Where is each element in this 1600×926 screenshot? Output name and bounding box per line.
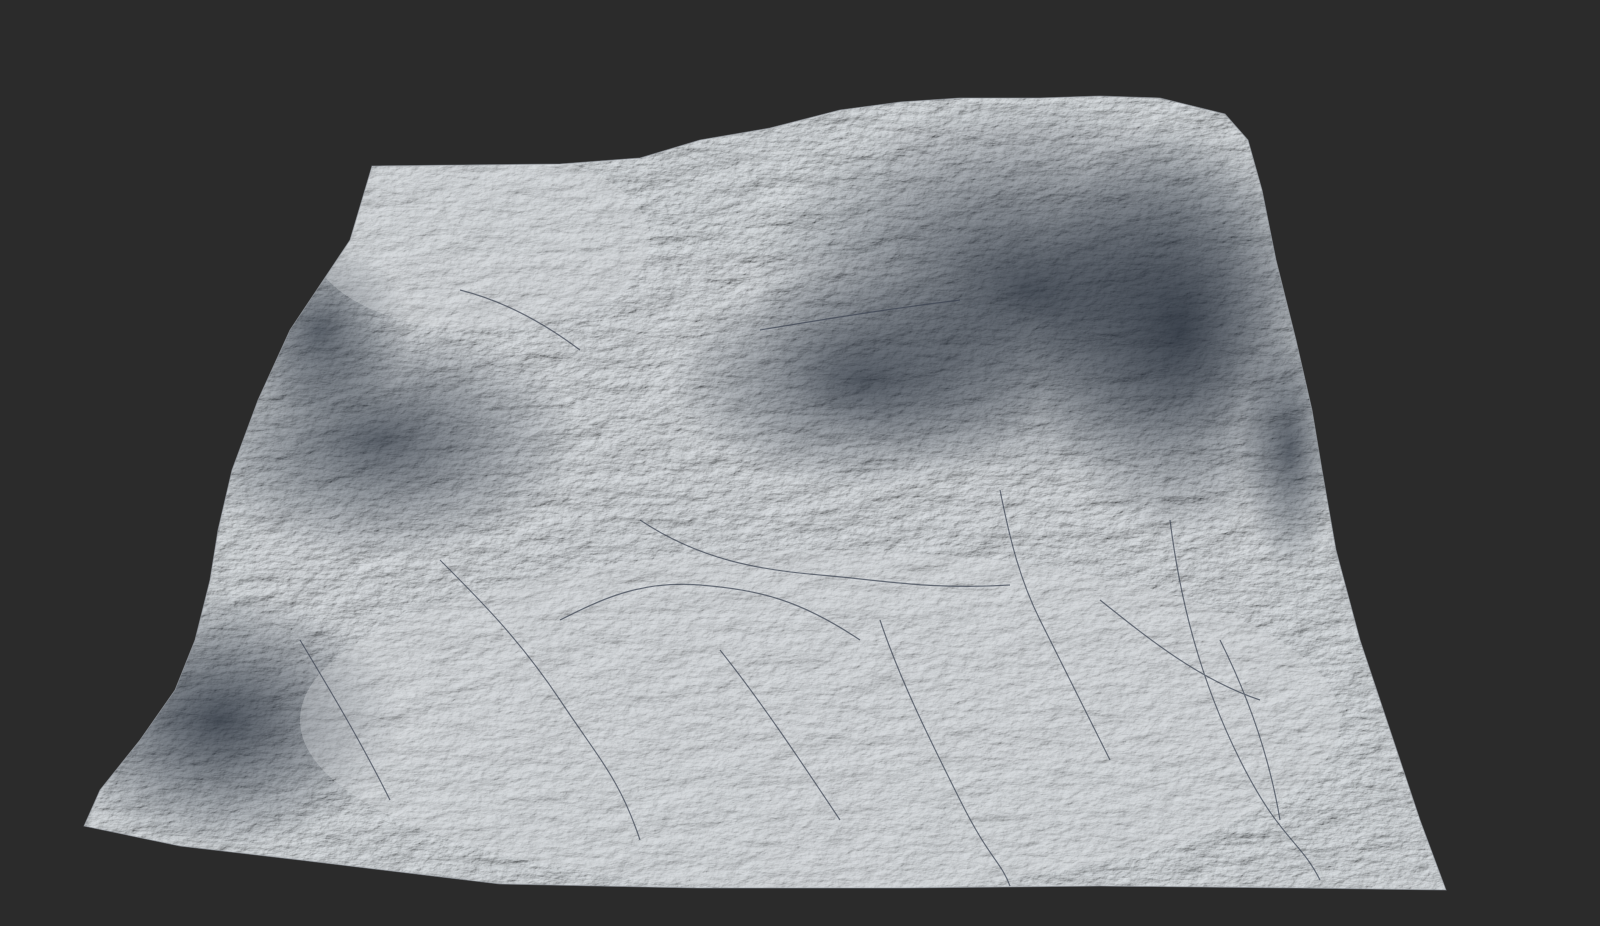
terrain-render [83,95,1447,891]
mountain-ridge-center [670,270,1050,490]
mountain-ridge-far-east [1240,330,1340,570]
valley-plain-north [310,150,650,330]
3d-viewport[interactable] [0,0,1600,926]
